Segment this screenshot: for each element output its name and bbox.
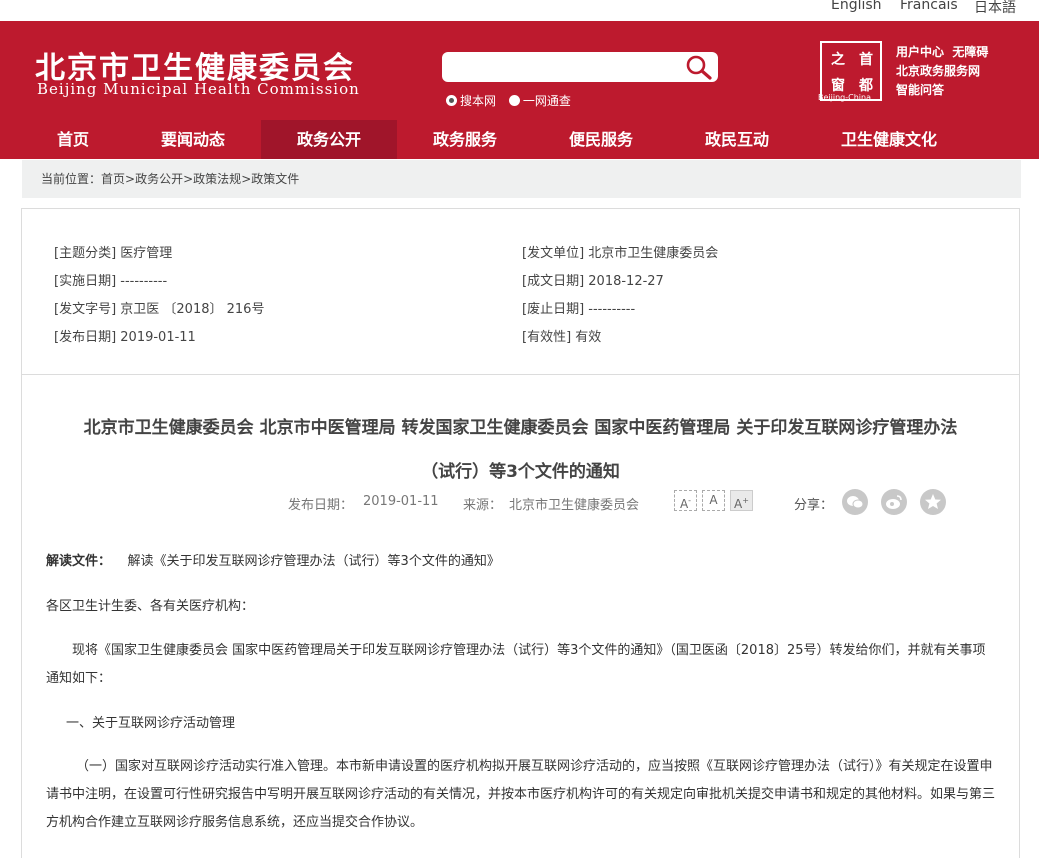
breadcrumb-home[interactable]: 首页 [101,172,125,186]
font-default-label: A [709,493,718,507]
smart-qa-link[interactable]: 智能问答 [896,83,944,97]
paragraph-line: （一）国家对互联网诊疗活动实行准入管理。本市新申请设置的医疗机构拟开展互联网诊疗… [76,759,993,774]
info-abolished-date: [废止日期] ---------- [522,302,636,317]
document-title: 北京市卫生健康委员会 北京市中医管理局 转发国家卫生健康委员会 国家中医药管理局… [22,406,1019,494]
paragraph-line: 通知如下： [46,671,112,686]
font-default-button[interactable]: A [702,490,725,511]
document-title-line: （试行）等3个文件的通知 [421,462,620,482]
favorite-star-icon[interactable] [920,489,946,515]
publish-date: 2019-01-11 [363,494,439,509]
breadcrumb-separator: > [183,172,194,186]
wechat-share-icon[interactable] [842,489,868,515]
font-decrease-label: A [679,497,689,511]
info-issuer: [发文单位] 北京市卫生健康委员会 [522,246,719,261]
service-links: 用户中心 无障碍 北京政务服务网 智能问答 [896,43,988,100]
nav-item-home[interactable]: 首页 [25,120,121,159]
search-site-radio[interactable] [446,95,457,106]
lang-french-link[interactable]: Francais [900,0,958,13]
lang-japanese-link[interactable]: 日本語 [974,0,1016,17]
source-value: 北京市卫生健康委员会 [509,498,640,513]
nav-item-gov-services[interactable]: 政务服务 [397,120,533,159]
seal-char: 之 [831,52,845,68]
seal-char: 都 [859,78,873,94]
search-box [442,52,718,82]
breadcrumb-separator: > [125,172,136,186]
interpretation-row: 解读文件： 解读《关于印发互联网诊疗管理办法（试行）等3个文件的通知》 [46,547,999,577]
breadcrumb: 当前位置：首页>政务公开>政策法规>政策文件 [22,160,1021,198]
info-created-date: [成文日期] 2018-12-27 [522,274,664,289]
interpretation-link[interactable]: 解读《关于印发互联网诊疗管理办法（试行）等3个文件的通知》 [128,554,500,569]
site-header: 北京市卫生健康委员会 Beijing Municipal Health Comm… [0,21,1039,159]
info-doc-number: [发文字号] 京卫医 〔2018〕 216号 [54,302,265,317]
info-topic: [主题分类] 医疗管理 [54,246,173,261]
nav-item-health-culture[interactable]: 卫生健康文化 [820,120,958,159]
salutation: 各区卫生计生委、各有关医疗机构： [46,599,255,614]
accessibility-link[interactable]: 无障碍 [952,45,988,59]
weibo-share-icon[interactable] [881,489,907,515]
seal-char: 窗 [831,78,845,94]
document-meta-row: 发布日期： 2019-01-11 来源： 北京市卫生健康委员会 A- A A+ … [22,489,1019,515]
share-label: 分享： [794,498,834,513]
nav-item-interaction[interactable]: 政民互动 [669,120,805,159]
font-increase-button[interactable]: A+ [730,490,753,511]
font-decrease-button[interactable]: A- [674,490,697,511]
search-input[interactable] [450,55,680,79]
section-heading: 一、关于互联网诊疗活动管理 [66,716,236,731]
interpretation-label: 解读文件： [46,554,112,569]
search-icon[interactable] [685,54,713,80]
main-nav: 首页 要闻动态 政务公开 政务服务 便民服务 政民互动 卫生健康文化 [0,120,1039,159]
document-title-line: 北京市卫生健康委员会 北京市中医管理局 转发国家卫生健康委员会 国家中医药管理局… [83,418,958,438]
search-site-label[interactable]: 搜本网 [460,94,496,108]
search-all-label[interactable]: 一网通查 [523,94,571,108]
nav-item-news[interactable]: 要闻动态 [125,120,261,159]
search-scope-options: 搜本网 一网通查 [446,92,580,109]
publish-date-label: 发布日期： [288,498,354,513]
site-logo-english[interactable]: Beijing Municipal Health Commission [37,80,360,98]
source-label: 来源： [463,498,503,513]
gov-service-link[interactable]: 北京政务服务网 [896,64,980,78]
seal-caption: Beijing-China [818,93,871,102]
article-container: [主题分类] 医疗管理 [发文单位] 北京市卫生健康委员会 [实施日期] ---… [21,208,1020,858]
language-bar: English Francais 日本語 [0,0,1039,21]
lang-english-link[interactable]: English [831,0,882,13]
capital-window-seal[interactable]: 之 首 窗 都 [820,41,882,101]
breadcrumb-policies[interactable]: 政策法规 [193,172,241,186]
breadcrumb-gov-affairs[interactable]: 政务公开 [135,172,183,186]
paragraph-line: 现将《国家卫生健康委员会 国家中医药管理局关于印发互联网诊疗管理办法（试行）等3… [72,643,986,658]
info-validity: [有效性] 有效 [522,330,602,345]
info-effective-date: [实施日期] ---------- [54,274,168,289]
breadcrumb-separator: > [241,172,252,186]
document-info-box: [主题分类] 医疗管理 [发文单位] 北京市卫生健康委员会 [实施日期] ---… [22,209,1019,375]
user-center-link[interactable]: 用户中心 [896,45,944,59]
paragraph-line: 请书中注明，在设置可行性研究报告中写明开展互联网诊疗活动的有关情况，并按本市医疗… [46,787,996,802]
nav-item-public-services[interactable]: 便民服务 [533,120,669,159]
info-published-date: [发布日期] 2019-01-11 [54,330,196,345]
search-all-radio[interactable] [508,95,520,106]
paragraph-line: 方机构合作建立互联网诊疗服务信息系统，还应当提交合作协议。 [46,815,424,830]
breadcrumb-label: 当前位置： [41,172,102,186]
nav-item-gov-affairs[interactable]: 政务公开 [261,120,397,159]
seal-char: 首 [859,52,873,68]
breadcrumb-policy-docs[interactable]: 政策文件 [251,172,299,186]
